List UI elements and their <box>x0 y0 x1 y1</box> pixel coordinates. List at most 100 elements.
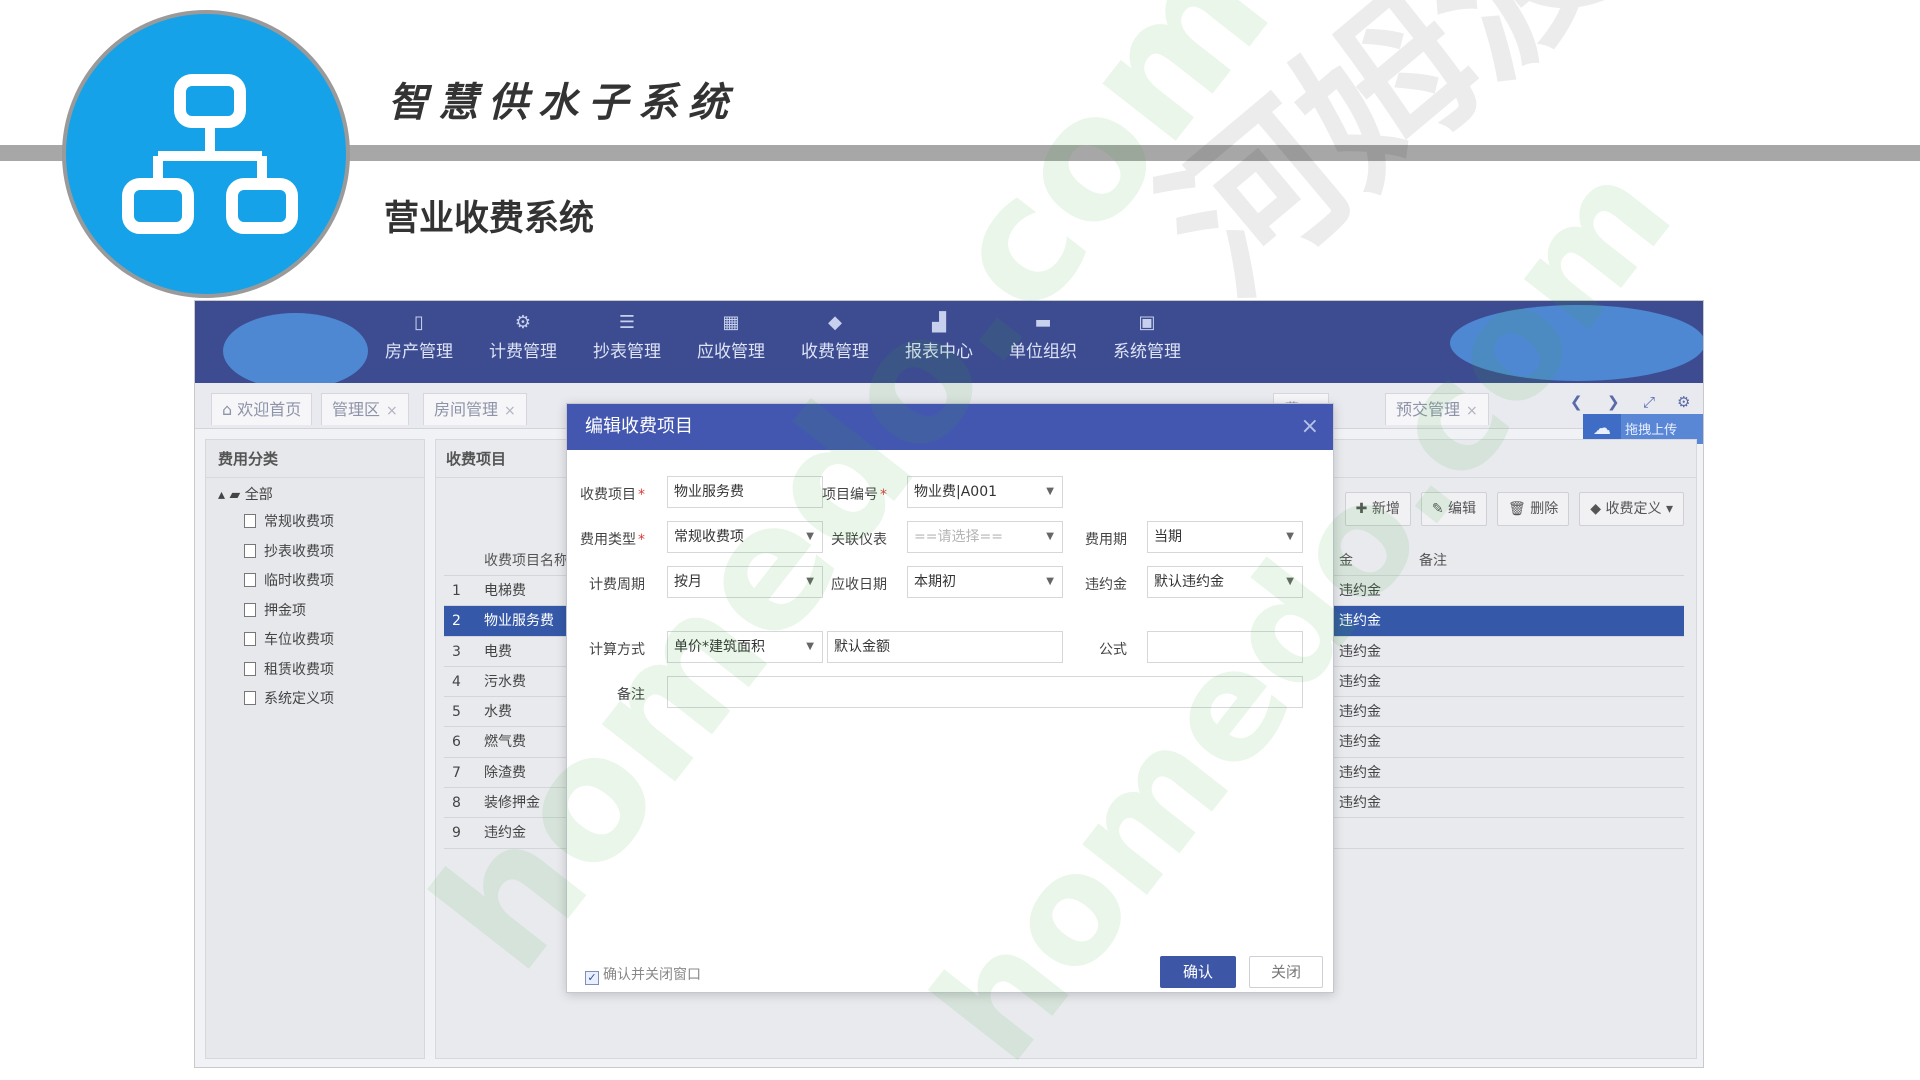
row-number: 2 <box>452 613 461 630</box>
caret-down-icon: ▼ <box>1046 486 1054 497</box>
calc-method-select[interactable]: 单价*建筑面积 ▼ <box>667 631 823 663</box>
nav-label: 房产管理 <box>385 342 453 362</box>
formula-field[interactable] <box>1147 631 1303 663</box>
org-chart-icon <box>122 74 298 234</box>
tab-label: 欢迎首页 <box>237 400 302 419</box>
select-value: ==请选择== <box>914 529 1003 545</box>
select-value: 单价*建筑面积 <box>674 639 765 655</box>
label-fee-type: 费用类型 * <box>577 529 645 549</box>
tab-room[interactable]: 房间管理 × <box>423 393 527 425</box>
folder-open-icon: ▴ ▰ <box>218 487 241 503</box>
tree-item[interactable]: 租赁收费项 <box>206 656 424 686</box>
fullscreen-icon[interactable]: ⤢ <box>1643 393 1655 411</box>
upload-label: 拖拽上传 <box>1625 423 1678 438</box>
default-amount-field[interactable]: 默认金额 <box>827 631 1063 663</box>
close-button[interactable]: 关闭 <box>1249 956 1323 988</box>
close-icon[interactable]: × <box>1301 404 1319 450</box>
file-icon <box>244 691 256 705</box>
period-select[interactable]: 当期 ▼ <box>1147 521 1303 553</box>
fee-type-select[interactable]: 常规收费项 ▼ <box>667 521 823 553</box>
chevron-right-icon[interactable]: ❯ <box>1607 393 1620 411</box>
row-late-fee: 违约金 <box>1339 734 1381 751</box>
select-value: 当期 <box>1154 529 1182 545</box>
trash-icon: 🗑 <box>1508 501 1526 517</box>
caret-down-icon: ▼ <box>806 641 814 652</box>
row-name: 装修押金 <box>484 795 540 812</box>
nav-item-charge[interactable]: ◆ 收费管理 <box>785 309 885 377</box>
tree-item[interactable]: 车位收费项 <box>206 626 424 656</box>
row-number: 3 <box>452 643 461 660</box>
table-icon: ▦ <box>722 312 740 333</box>
fee-define-dropdown[interactable]: ◆ 收费定义 ▾ <box>1579 492 1684 526</box>
required-mark: * <box>638 487 645 503</box>
row-name: 燃气费 <box>484 734 526 751</box>
item-code-select[interactable]: 物业费|A001 ▼ <box>907 476 1063 508</box>
nav-label: 系统管理 <box>1113 342 1181 362</box>
caret-down-icon: ▼ <box>1046 531 1054 542</box>
late-fee-select[interactable]: 默认违约金 ▼ <box>1147 566 1303 598</box>
label-code: 项目编号 * <box>819 484 887 504</box>
label-text: 收费项目 <box>580 487 636 503</box>
caret-down-icon: ▼ <box>1046 576 1054 587</box>
tree-item[interactable]: 抄表收费项 <box>206 538 424 568</box>
define-label: 收费定义 <box>1605 501 1662 517</box>
due-date-select[interactable]: 本期初 ▼ <box>907 566 1063 598</box>
chevron-left-icon[interactable]: ❮ <box>1570 393 1583 411</box>
file-icon <box>244 632 256 646</box>
checkbox-label: 确认并关闭窗口 <box>603 967 701 983</box>
nav-item-organization[interactable]: ▬ 单位组织 <box>993 309 1093 377</box>
nav-item-billing[interactable]: ⚙ 计费管理 <box>473 309 573 377</box>
close-icon[interactable]: × <box>386 403 398 419</box>
select-value: 默认违约金 <box>1154 574 1224 590</box>
nav-label: 单位组织 <box>1009 342 1077 362</box>
gear-icon[interactable]: ⚙ <box>1677 393 1690 411</box>
nav-label: 计费管理 <box>489 342 557 362</box>
tab-label: 预交管理 <box>1396 400 1461 419</box>
sidebar-title: 费用分类 <box>206 440 424 478</box>
tree-item[interactable]: 系统定义项 <box>206 685 424 715</box>
tab-prepay[interactable]: 预交管理 × <box>1385 393 1489 425</box>
meter-select[interactable]: ==请选择== ▼ <box>907 521 1063 553</box>
label-formula: 公式 <box>1099 642 1127 658</box>
tab-area[interactable]: 管理区 × <box>321 393 409 425</box>
delete-label: 删除 <box>1530 501 1559 517</box>
nav-item-meter[interactable]: ☰ 抄表管理 <box>577 309 677 377</box>
column-header-name[interactable]: 收费项目名称 <box>484 546 568 576</box>
required-mark: * <box>880 487 887 503</box>
tree-item[interactable]: 常规收费项 <box>206 508 424 538</box>
nav-item-system[interactable]: ▣ 系统管理 <box>1097 309 1197 377</box>
caret-down-icon: ▼ <box>1286 531 1294 542</box>
nav-item-property[interactable]: ▯ 房产管理 <box>369 309 469 377</box>
edit-fee-item-dialog: 编辑收费项目 × 收费项目 * 物业服务费 项目编号 * 物业费|A001 ▼ 费用类… <box>566 403 1334 993</box>
building-icon: ▯ <box>414 312 424 333</box>
plus-icon: ✚ <box>1355 501 1368 517</box>
tag-icon: ◆ <box>828 312 842 333</box>
nav-item-receivable[interactable]: ▦ 应收管理 <box>681 309 781 377</box>
tree-item[interactable]: 押金项 <box>206 597 424 627</box>
column-header-late-fee[interactable]: 金 <box>1339 546 1353 576</box>
edit-button[interactable]: ✎ 编辑 <box>1420 492 1488 526</box>
tree-item[interactable]: 临时收费项 <box>206 567 424 597</box>
row-name: 除渣费 <box>484 764 526 781</box>
confirm-close-checkbox[interactable]: ✓ 确认并关闭窗口 <box>585 964 701 985</box>
tree-root-label: 全部 <box>244 487 273 503</box>
close-icon[interactable]: × <box>1466 403 1478 419</box>
tree-root[interactable]: ▴ ▰ 全部 <box>206 482 424 508</box>
confirm-button[interactable]: 确认 <box>1160 956 1236 988</box>
delete-button[interactable]: 🗑 删除 <box>1497 492 1570 526</box>
edit-icon: ✎ <box>1431 501 1444 517</box>
gears-icon: ⚙ <box>514 312 532 333</box>
tab-welcome[interactable]: ⌂ 欢迎首页 <box>211 393 313 425</box>
add-button[interactable]: ✚ 新增 <box>1344 492 1411 526</box>
file-icon <box>244 573 256 587</box>
note-field[interactable] <box>667 676 1303 708</box>
close-icon[interactable]: × <box>504 403 516 419</box>
cycle-select[interactable]: 按月 ▼ <box>667 566 823 598</box>
nav-item-report[interactable]: ▟ 报表中心 <box>889 309 989 377</box>
label-item: 收费项目 * <box>577 484 645 504</box>
home-icon: ⌂ <box>222 400 233 419</box>
column-header-note[interactable]: 备注 <box>1419 546 1447 576</box>
file-icon <box>244 661 256 676</box>
item-name-field[interactable]: 物业服务费 <box>667 476 823 508</box>
file-icon <box>244 514 256 528</box>
